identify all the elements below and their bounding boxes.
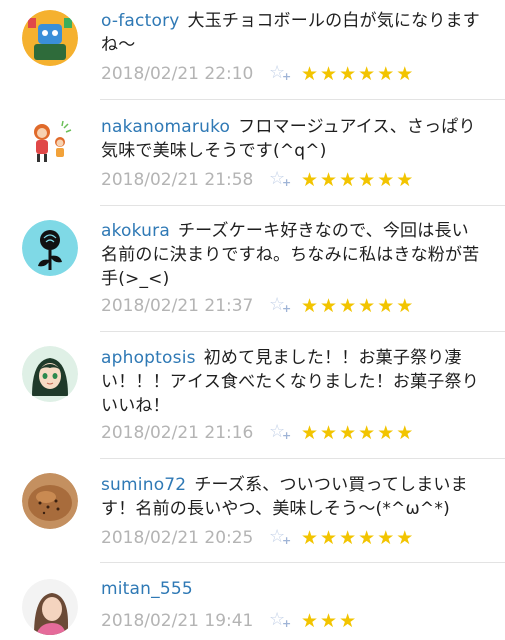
comment-meta: 2018/02/21 19:41 ☆ + ★ ★ ★ [101, 608, 358, 634]
avatar[interactable] [22, 346, 78, 402]
star-icon: ★ [301, 610, 319, 632]
comment-text: aphoptosis 初めて見ました！！お菓子祭り凄い！！！アイス食べたくなりまし… [101, 346, 486, 418]
star-icon: ★ [358, 169, 376, 191]
comment-timestamp: 2018/02/21 21:16 [101, 423, 254, 443]
comment-item: sumino72 チーズ系、ついつい買ってしまいます！名前の長いやつ、美味しそう〜… [0, 459, 505, 563]
star-icon: ★ [320, 527, 338, 549]
comment-meta: 2018/02/21 21:58 ☆ + ★ ★ ★ ★ ★ ★ [101, 167, 415, 193]
star-icon: ★ [377, 527, 395, 549]
star-icon: ★ [339, 610, 357, 632]
comment-list: o-factory 大玉チョコボールの白が気になりますね〜 2018/02/21 … [0, 0, 505, 640]
comment-timestamp: 2018/02/21 21:58 [101, 170, 254, 190]
star-icon: ★ [320, 295, 338, 317]
star-icon: ★ [320, 63, 338, 85]
star-icon: ★ [301, 169, 319, 191]
star-icon: ★ [396, 295, 414, 317]
star-icon: ★ [396, 169, 414, 191]
comment-item: akokura チーズケーキ好きなので、今回は長い名前のに決まりですね。ちなみに私… [0, 206, 505, 332]
star-icon: ★ [396, 63, 414, 85]
comment-text: sumino72 チーズ系、ついつい買ってしまいます！名前の長いやつ、美味しそう〜… [101, 473, 486, 521]
comment-timestamp: 2018/02/21 22:10 [101, 64, 254, 84]
star-icon: ★ [339, 422, 357, 444]
comment-meta: 2018/02/21 21:16 ☆ + ★ ★ ★ ★ ★ ★ [101, 420, 415, 446]
star-icon: ★ [301, 63, 319, 85]
comment-text: mitan_555 [101, 577, 486, 601]
star-icon: ★ [377, 295, 395, 317]
comment-text: akokura チーズケーキ好きなので、今回は長い名前のに決まりですね。ちなみに私… [101, 219, 486, 291]
comment-timestamp: 2018/02/21 20:25 [101, 528, 254, 548]
username-link[interactable]: o-factory [101, 11, 180, 31]
comment-meta: 2018/02/21 21:37 ☆ + ★ ★ ★ ★ ★ ★ [101, 293, 415, 319]
username-link[interactable]: mitan_555 [101, 579, 193, 599]
add-star-icon[interactable]: ☆ + [269, 422, 291, 444]
star-icon: ★ [358, 422, 376, 444]
star-rating: ★ ★ ★ ★ ★ ★ [301, 169, 415, 191]
star-icon: ★ [301, 295, 319, 317]
comment-timestamp: 2018/02/21 19:41 [101, 611, 254, 631]
star-icon: ★ [320, 169, 338, 191]
star-icon: ★ [339, 295, 357, 317]
star-icon: ★ [301, 527, 319, 549]
star-icon: ★ [339, 63, 357, 85]
comment-text: o-factory 大玉チョコボールの白が気になりますね〜 [101, 9, 486, 57]
add-star-icon[interactable]: ☆ + [269, 610, 291, 632]
star-icon: ★ [320, 422, 338, 444]
username-link[interactable]: sumino72 [101, 475, 186, 495]
avatar[interactable] [22, 473, 78, 529]
star-icon: ★ [377, 63, 395, 85]
add-star-icon[interactable]: ☆ + [269, 63, 291, 85]
add-star-icon[interactable]: ☆ + [269, 169, 291, 191]
star-icon: ★ [358, 527, 376, 549]
star-rating: ★ ★ ★ ★ ★ ★ [301, 295, 415, 317]
comment-item: nakanomaruko フロマージュアイス、さっぱり気味で美味しそうです(^q^… [0, 100, 505, 206]
star-icon: ★ [396, 422, 414, 444]
star-icon: ★ [339, 527, 357, 549]
star-rating: ★ ★ ★ ★ ★ ★ [301, 63, 415, 85]
comment-item: aphoptosis 初めて見ました！！お菓子祭り凄い！！！アイス食べたくなりまし… [0, 332, 505, 459]
comment-item: o-factory 大玉チョコボールの白が気になりますね〜 2018/02/21 … [0, 0, 505, 100]
avatar[interactable] [22, 10, 78, 66]
comment-timestamp: 2018/02/21 21:37 [101, 296, 254, 316]
star-icon: ★ [358, 295, 376, 317]
star-icon: ★ [377, 169, 395, 191]
add-star-icon[interactable]: ☆ + [269, 295, 291, 317]
comment-item: mitan_555 2018/02/21 19:41 ☆ + ★ ★ ★ [0, 563, 505, 640]
star-rating: ★ ★ ★ [301, 610, 358, 632]
comment-text: nakanomaruko フロマージュアイス、さっぱり気味で美味しそうです(^q^… [101, 115, 486, 163]
star-icon: ★ [339, 169, 357, 191]
star-rating: ★ ★ ★ ★ ★ ★ [301, 422, 415, 444]
star-icon: ★ [396, 527, 414, 549]
avatar[interactable] [22, 220, 78, 276]
star-icon: ★ [301, 422, 319, 444]
username-link[interactable]: akokura [101, 221, 170, 241]
comment-meta: 2018/02/21 20:25 ☆ + ★ ★ ★ ★ ★ ★ [101, 525, 415, 551]
avatar[interactable] [22, 579, 78, 635]
star-icon: ★ [320, 610, 338, 632]
avatar[interactable] [22, 114, 78, 170]
add-star-icon[interactable]: ☆ + [269, 527, 291, 549]
comment-meta: 2018/02/21 22:10 ☆ + ★ ★ ★ ★ ★ ★ [101, 61, 415, 87]
username-link[interactable]: aphoptosis [101, 348, 196, 368]
star-icon: ★ [377, 422, 395, 444]
star-icon: ★ [358, 63, 376, 85]
star-rating: ★ ★ ★ ★ ★ ★ [301, 527, 415, 549]
username-link[interactable]: nakanomaruko [101, 117, 230, 137]
